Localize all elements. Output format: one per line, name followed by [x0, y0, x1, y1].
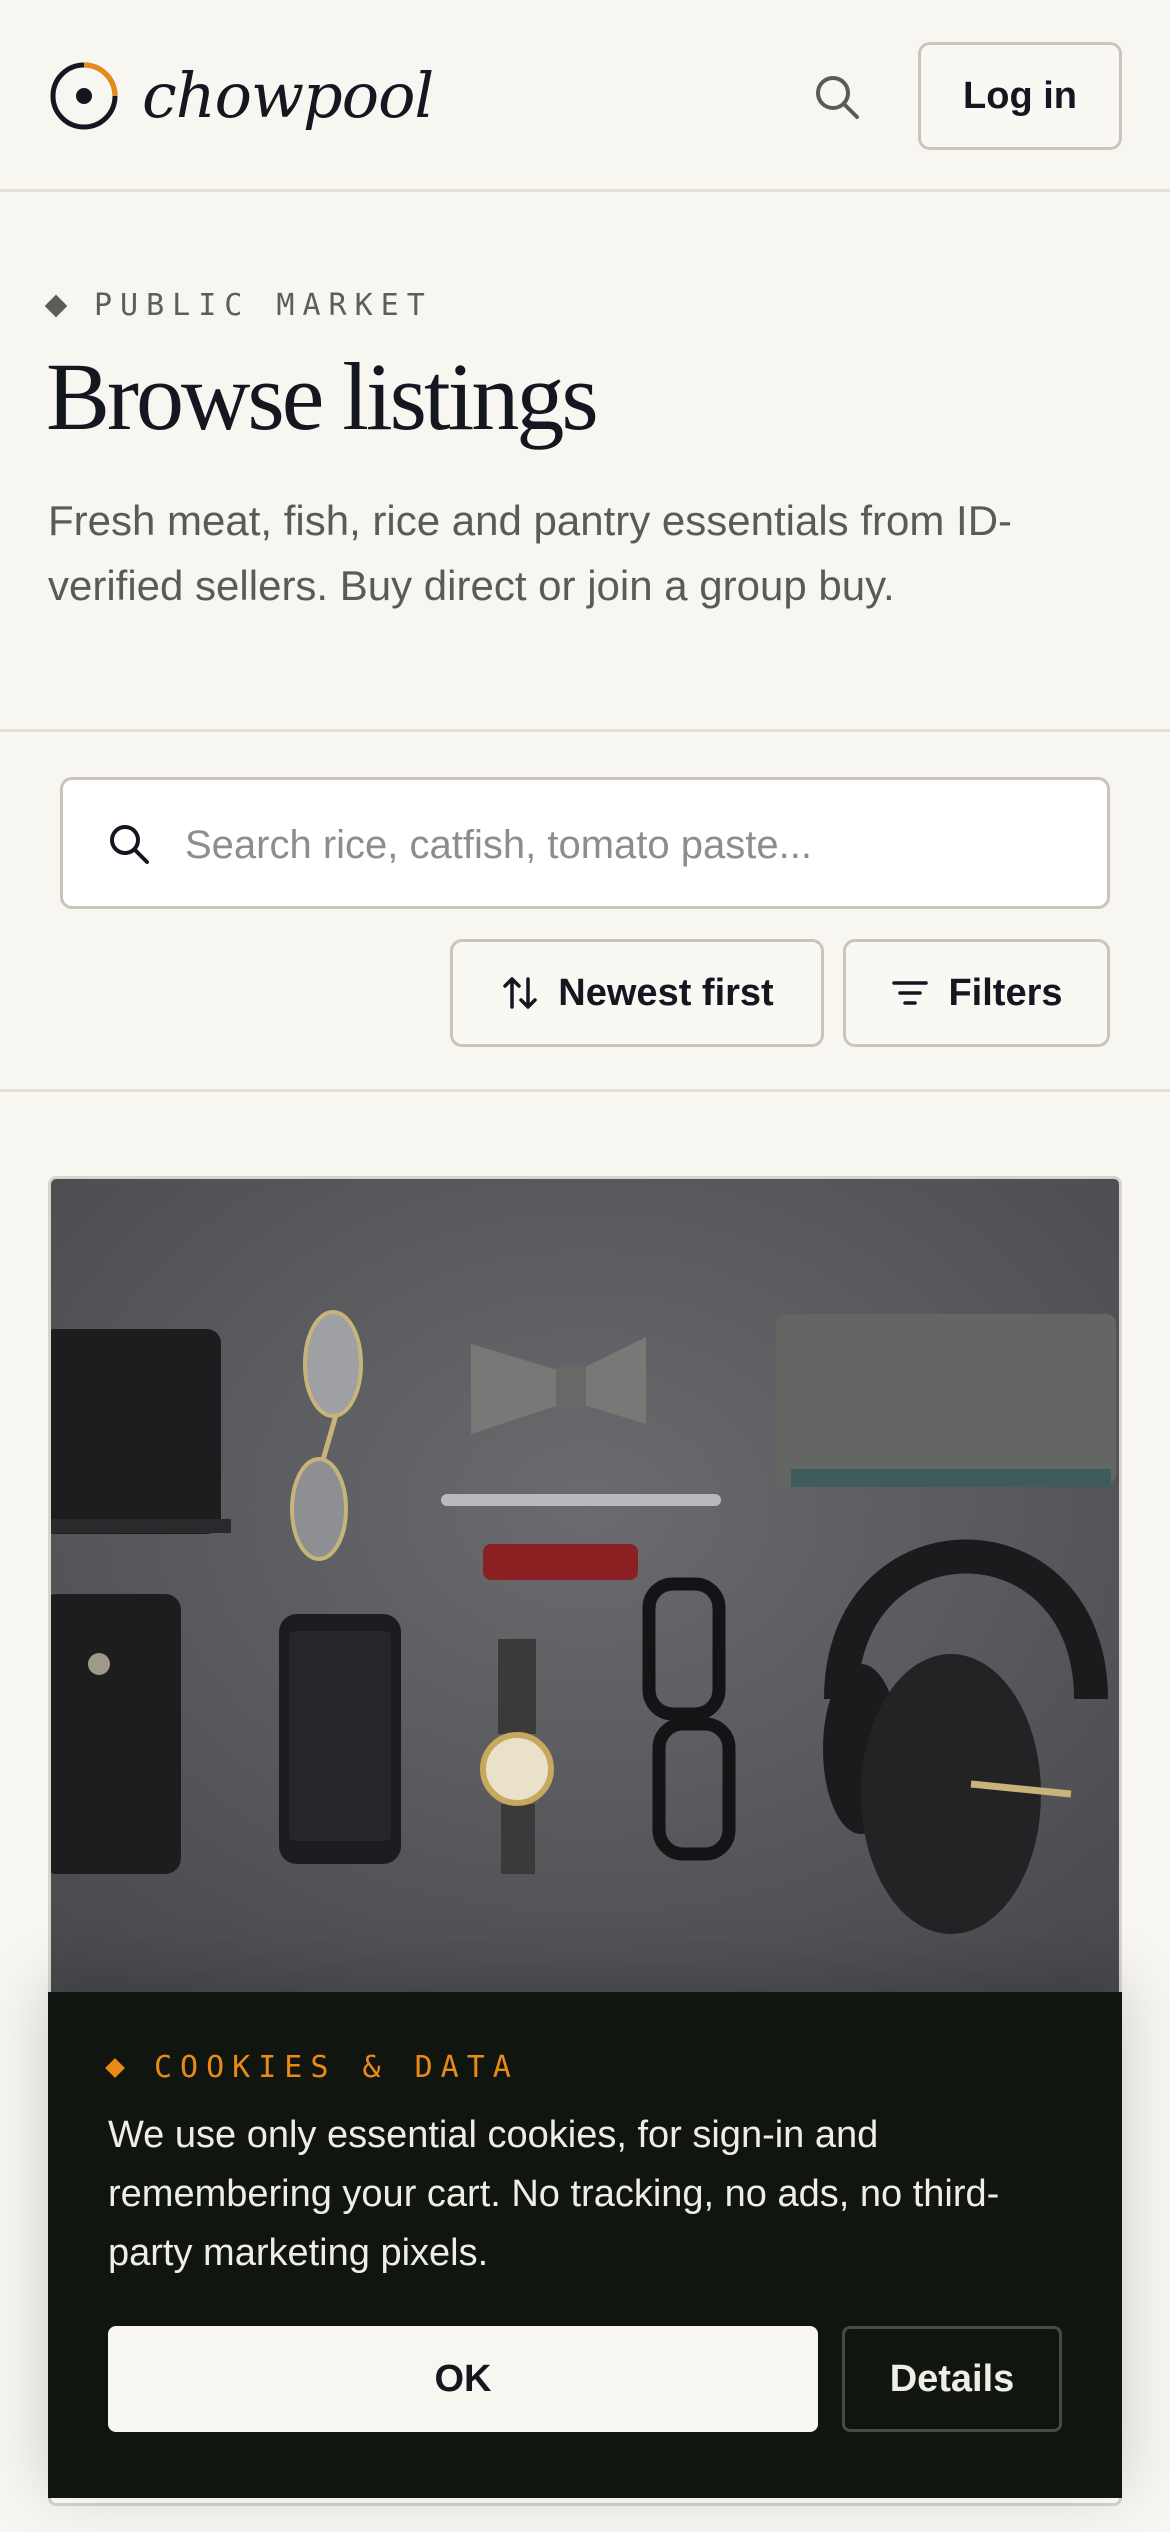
- diamond-icon: [105, 2057, 125, 2078]
- search-input[interactable]: [183, 804, 1067, 886]
- site-header: chowpool Log in: [0, 0, 1170, 192]
- cookie-message: We use only essential cookies, for sign-…: [108, 2114, 1000, 2274]
- diamond-icon: [44, 294, 68, 317]
- filters-button[interactable]: Filters: [843, 939, 1110, 1047]
- search-icon: [110, 825, 149, 864]
- cookie-details-button[interactable]: Details: [842, 2326, 1062, 2432]
- logo-ring-icon[interactable]: [48, 60, 120, 132]
- cookie-eyebrow: COOKIES & DATA: [105, 2050, 519, 2085]
- section-eyebrow: PUBLIC MARKET: [44, 288, 433, 323]
- search-field[interactable]: [60, 777, 1110, 909]
- filter-lines-icon: [892, 981, 929, 1005]
- sort-button[interactable]: Newest first: [450, 939, 824, 1047]
- eyebrow-label: PUBLIC MARKET: [94, 288, 433, 323]
- search-icon[interactable]: [812, 72, 862, 122]
- page-subtitle: Fresh meat, fish, rice and pantry essent…: [48, 497, 1013, 609]
- brand-name[interactable]: chowpool: [142, 56, 434, 136]
- sort-label: Newest first: [558, 971, 774, 1014]
- hero-section: PUBLIC MARKET Browse listings Fresh meat…: [0, 192, 1170, 732]
- sort-arrows-icon: [503, 977, 538, 1009]
- login-button[interactable]: Log in: [918, 42, 1122, 150]
- cookie-ok-button[interactable]: OK: [108, 2326, 818, 2432]
- cookie-eyebrow-label: COOKIES & DATA: [154, 2050, 519, 2085]
- filter-bar: Newest first Filters: [0, 732, 1170, 1092]
- filters-label: Filters: [948, 971, 1063, 1014]
- cookie-banner: COOKIES & DATA We use only essential coo…: [48, 1992, 1122, 2498]
- listing-image[interactable]: [51, 1179, 1122, 1999]
- page-title: Browse listings: [46, 343, 599, 450]
